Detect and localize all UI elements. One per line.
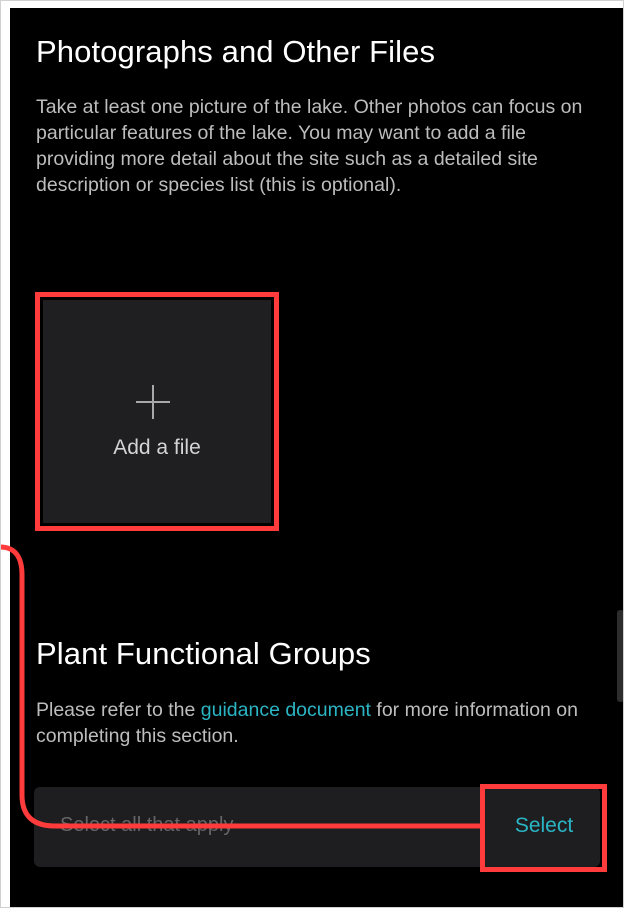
photos-section-title: Photographs and Other Files bbox=[36, 34, 436, 69]
plant-description-text: Please refer to the bbox=[36, 699, 201, 721]
select-placeholder: Select all that apply bbox=[60, 814, 234, 836]
photos-section-description: Take at least one picture of the lake. O… bbox=[36, 96, 583, 196]
guidance-document-link[interactable]: guidance document bbox=[201, 699, 371, 721]
add-file-button[interactable] bbox=[43, 300, 271, 523]
plant-section-title: Plant Functional Groups bbox=[36, 636, 371, 671]
plant-section-description: Please refer to the guidance document fo… bbox=[36, 697, 596, 749]
select-button[interactable]: Select bbox=[494, 800, 594, 852]
app-screen: Photographs and Other Files Take at leas… bbox=[10, 8, 624, 908]
scrollbar[interactable] bbox=[617, 610, 624, 702]
